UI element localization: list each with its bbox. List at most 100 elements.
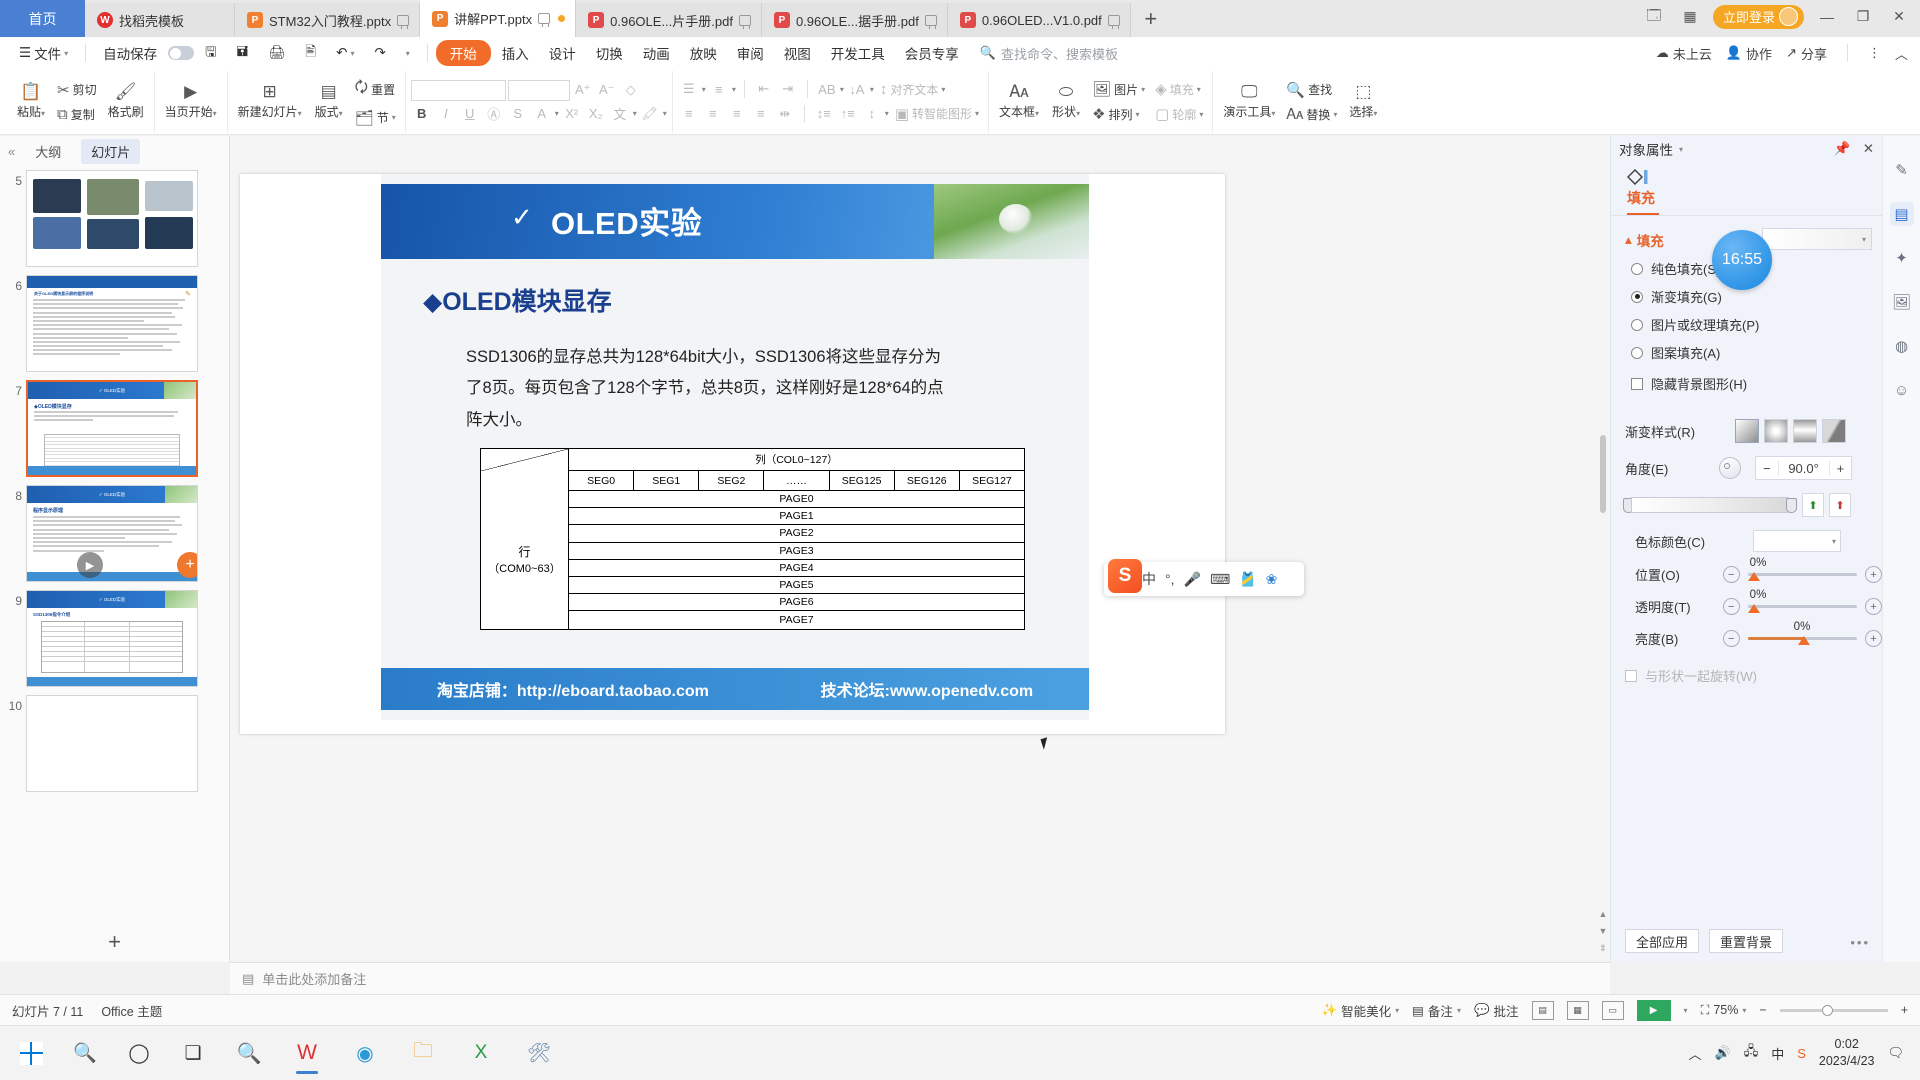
restore-button[interactable]: ❐ [1850, 5, 1876, 29]
keyboard-icon[interactable]: ⌨ [1210, 571, 1230, 588]
italic-icon[interactable]: I [435, 104, 457, 124]
fit-slide-button[interactable]: ⛶ 75% ▾ [1701, 1003, 1747, 1018]
section-button[interactable]: 🗂 节 ▾ [351, 107, 400, 129]
start-from-current-button[interactable]: ▶ 当页开始▾ [160, 81, 222, 122]
quick-access-more[interactable]: ▾ [397, 46, 419, 61]
superscript-icon[interactable]: X² [561, 104, 583, 124]
chevron-down-icon[interactable]: ▾ [1679, 145, 1683, 154]
ime-mode-label[interactable]: 中 [1142, 569, 1156, 589]
align-justify-icon[interactable]: ≡ [750, 104, 772, 124]
slide-preview[interactable] [26, 170, 198, 267]
paste-button[interactable]: 📋 粘贴▾ [11, 81, 51, 122]
slide-thumbnail-8[interactable]: 8 ✓ OLED实验 程序显示原理 ▶ + [0, 481, 229, 586]
taskbar-app-search[interactable]: 🔍 [222, 1030, 276, 1077]
tab-grid-icon[interactable]: ▦ [1677, 5, 1703, 29]
tab-transition[interactable]: 切换 [587, 40, 632, 66]
reset-button[interactable]: 🗘 重置 [351, 75, 400, 104]
slide-preview[interactable]: ✓ OLED实验 程序显示原理 ▶ + [26, 485, 198, 582]
close-button[interactable]: ✕ [1886, 5, 1912, 29]
search-icon[interactable]: 🔍 [60, 1030, 110, 1077]
align-text-button[interactable]: ↕ 对齐文本 ▾ [876, 79, 950, 100]
tab-insert[interactable]: 插入 [493, 40, 538, 66]
fill-section-header[interactable]: ▴ 填充 [1625, 230, 1664, 250]
align-distribute-icon[interactable]: ⇹ [774, 104, 796, 124]
slide-banner[interactable]: ✓ OLED实验 [381, 184, 1089, 259]
tab-outline[interactable]: 大纲 [25, 139, 71, 164]
task-view-icon[interactable]: ❏ [168, 1030, 218, 1077]
print-icon[interactable]: 🖨 [259, 42, 294, 64]
tab-design[interactable]: 设计 [540, 40, 585, 66]
text-direction-icon[interactable]: AB [816, 79, 838, 99]
numbered-list-icon[interactable]: ≡ [708, 79, 730, 99]
char-border-icon[interactable]: Ⓐ [483, 104, 505, 124]
layout-button[interactable]: ▤ 版式▾ [309, 81, 349, 122]
stop-color-picker[interactable]: ▾ [1753, 530, 1841, 552]
slide-nav-buttons[interactable]: ▲ ▼ ⇳ [1596, 909, 1610, 954]
apply-all-button[interactable]: 全部应用 [1625, 929, 1700, 953]
slide-thumbnail-7[interactable]: 7 ✓ OLED实验 ◆OLED模块显存 [0, 376, 229, 481]
canvas-vertical-scrollbar[interactable] [1598, 170, 1608, 902]
gradient-style-path[interactable] [1822, 419, 1846, 443]
tab-animation[interactable]: 动画 [634, 40, 679, 66]
toolbox-icon[interactable]: ❀ [1266, 571, 1278, 588]
screen-capture-icon[interactable]: 🗔 [1641, 5, 1667, 29]
normal-view-icon[interactable]: ▤ [1531, 1000, 1554, 1020]
rotate-with-shape-checkbox[interactable]: 与形状一起旋转(W) [1625, 666, 1882, 685]
more-options-icon[interactable]: ⋮ [1868, 45, 1881, 61]
fill-option-gradient[interactable]: 渐变填充(G) [1631, 287, 1882, 306]
comments-button[interactable]: 💬 批注 [1474, 1001, 1519, 1020]
tab-slides[interactable]: 幻灯片 [81, 138, 141, 164]
home-tab[interactable]: 首页 [0, 0, 85, 37]
memory-map-table[interactable]: 列（COL0~127） SEG0 SEG1 SEG2 …… SEG125 SEG… [480, 448, 1025, 630]
file-tab-4[interactable]: P 0.96OLE...据手册.pdf [761, 3, 948, 37]
show-hidden-icons[interactable]: ︿ [1688, 1044, 1701, 1063]
taskbar-clock[interactable]: 0:02 2023/4/23 [1819, 1036, 1875, 1070]
hide-background-checkbox[interactable]: 隐藏背景图形(H) [1631, 374, 1882, 393]
position-decrease[interactable]: − [1722, 566, 1740, 583]
font-shrink-icon[interactable]: A⁻ [596, 80, 618, 100]
redo-button[interactable]: ↷ [365, 42, 394, 64]
transparency-increase[interactable]: + [1865, 598, 1882, 615]
clear-format-icon[interactable]: ◇ [620, 80, 642, 100]
undo-button[interactable]: ↶ ▾ [327, 42, 363, 64]
outdent-icon[interactable]: ⇤ [753, 79, 775, 99]
font-size-combo[interactable] [507, 79, 570, 101]
sogou-tray-icon[interactable]: S [1797, 1046, 1806, 1061]
next-slide-icon[interactable]: ▼ [1599, 926, 1608, 936]
slide-preview[interactable]: ✓ OLED实验 SSD1306指令介绍 [26, 590, 198, 687]
reset-background-button[interactable]: 重置背景 [1709, 929, 1784, 953]
find-button[interactable]: 🔍 查找 [1282, 79, 1341, 101]
slide-thumbnail-list[interactable]: 5 6 关于OLED模块显示屏的程序说明 ✎ 7 ✓ OLED实验 ◆OLED模… [0, 166, 229, 922]
sogou-icon[interactable]: S [1108, 559, 1142, 593]
tab-review[interactable]: 审阅 [728, 40, 773, 66]
tab-start[interactable]: 开始 [435, 40, 491, 66]
brightness-decrease[interactable]: − [1722, 630, 1740, 647]
login-button[interactable]: 立即登录 [1712, 4, 1804, 29]
scroll-thumb[interactable] [1600, 435, 1606, 513]
file-tab-1[interactable]: P STM32入门教程.pptx [235, 3, 421, 37]
slide-body-text[interactable]: SSD1306的显存总共为128*64bit大小，SSD1306将这些显存分为 … [466, 342, 1011, 436]
copy-button[interactable]: ⧉ 复制 [53, 104, 101, 125]
slide-content[interactable]: ✓ OLED实验 ◆OLED模块显存 SSD1306的显存总共为128*64bi… [381, 174, 1089, 720]
taskbar-app-explorer[interactable]: 🗀 [396, 1030, 450, 1077]
position-slider[interactable]: 0% [1747, 557, 1857, 584]
volume-icon[interactable]: 🔊 [1715, 1045, 1731, 1061]
ime-cn-icon[interactable]: 中 [1771, 1044, 1784, 1063]
phonetic-icon[interactable]: 文 [609, 104, 631, 124]
globe-icon[interactable]: ◍ [1890, 334, 1914, 358]
align-left-icon[interactable]: ≡ [678, 104, 700, 124]
windows-start-icon[interactable] [6, 1030, 56, 1077]
close-icon[interactable]: ✕ [1863, 141, 1874, 157]
zoom-slider[interactable] [1779, 1004, 1888, 1016]
share-button[interactable]: ↗ 分享 [1786, 44, 1827, 63]
skin-icon[interactable]: 🎽 [1239, 571, 1256, 588]
reading-view-icon[interactable]: ▭ [1601, 1000, 1624, 1020]
font-color-icon[interactable]: A [531, 104, 553, 124]
file-tab-5[interactable]: P 0.96OLED...V1.0.pdf [947, 3, 1131, 37]
tab-view[interactable]: 视图 [775, 40, 820, 66]
para-spacing-icon[interactable]: ↕ [861, 104, 883, 124]
slide-thumbnail-5[interactable]: 5 [0, 166, 229, 271]
autosave-toggle[interactable] [168, 46, 195, 60]
slide-thumbnail-6[interactable]: 6 关于OLED模块显示屏的程序说明 ✎ [0, 271, 229, 376]
notes-pane[interactable]: ▤ 单击此处添加备注 [230, 962, 1610, 994]
